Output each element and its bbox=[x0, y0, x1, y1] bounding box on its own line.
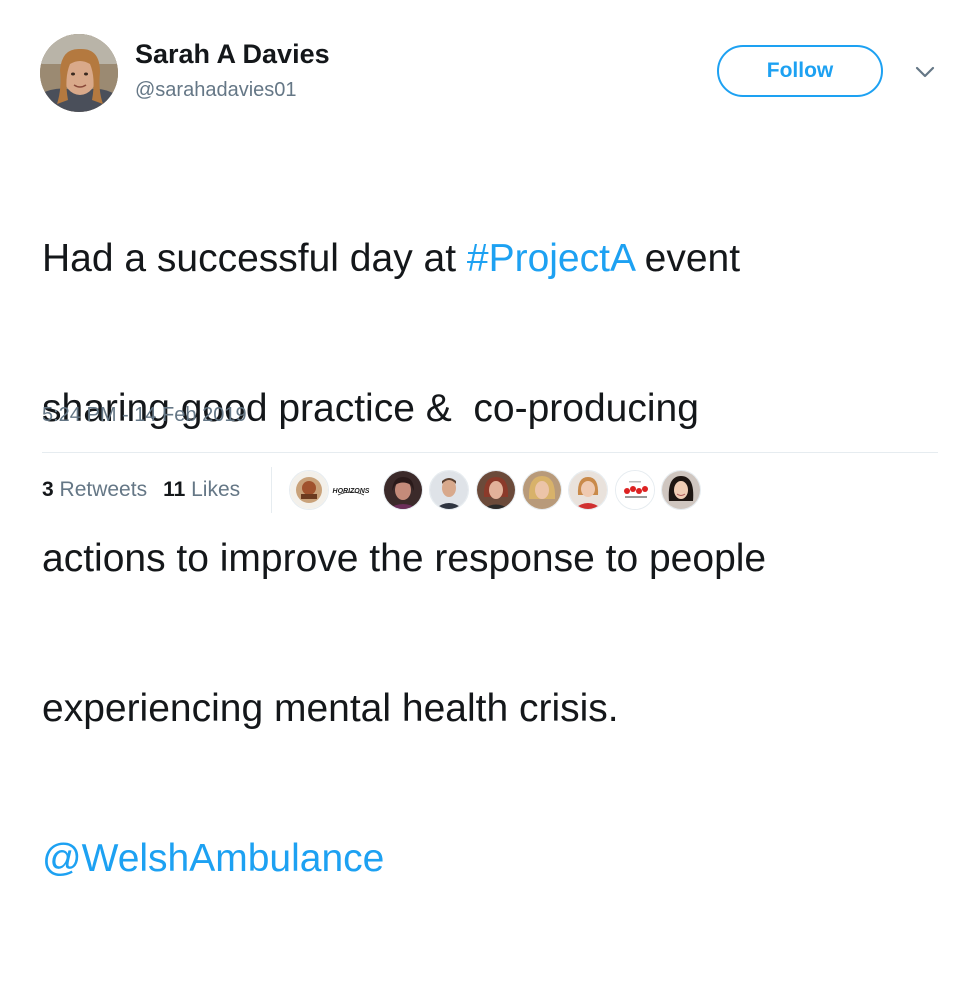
liker-avatar-image bbox=[523, 471, 561, 509]
liker-avatar[interactable] bbox=[476, 470, 516, 510]
liker-avatar-image bbox=[477, 471, 515, 509]
retweets-label: Retweets bbox=[59, 478, 148, 501]
liker-avatar-image bbox=[290, 471, 328, 509]
likes-label: Likes bbox=[191, 478, 241, 501]
liker-avatar-image bbox=[616, 471, 654, 509]
retweets-count: 3 bbox=[42, 478, 54, 501]
liker-avatar[interactable] bbox=[383, 470, 423, 510]
tweet-text-line: Had a successful day at #ProjectA event bbox=[42, 234, 942, 284]
hashtag-link[interactable]: #ProjectA bbox=[467, 237, 634, 280]
horizons-logo-text: HORIZONS bbox=[333, 488, 370, 495]
tweet-text: Had a successful day at #ProjectA event … bbox=[42, 134, 942, 984]
liker-avatar-image bbox=[662, 471, 700, 509]
author-name[interactable]: Sarah A Davies bbox=[135, 39, 330, 70]
tweet-card: Sarah A Davies @sarahadavies01 Follow Ha… bbox=[0, 0, 978, 880]
retweets-stat[interactable]: 3 Retweets bbox=[42, 478, 147, 501]
tweet-text-segment: event bbox=[633, 237, 741, 280]
likes-count: 11 bbox=[163, 478, 186, 501]
tweet-timestamp[interactable]: 5:24 PM - 14 Feb 2019 bbox=[42, 404, 247, 427]
liker-avatar-image bbox=[384, 471, 422, 509]
chevron-down-icon[interactable] bbox=[914, 64, 936, 80]
author-avatar[interactable] bbox=[40, 34, 118, 112]
tweet-text-line: experiencing mental health crisis. bbox=[42, 687, 619, 730]
likes-stat[interactable]: 11 Likes bbox=[163, 478, 240, 501]
tweet-text-line: @WelshAmbulance bbox=[42, 834, 942, 884]
follow-button[interactable]: Follow bbox=[717, 45, 883, 97]
liker-avatar[interactable] bbox=[289, 470, 329, 510]
liker-avatar[interactable]: HORIZONS bbox=[331, 470, 371, 510]
tweet-text-line: actions to improve the response to peopl… bbox=[42, 537, 767, 580]
liker-avatar-image bbox=[430, 471, 468, 509]
liker-avatar[interactable] bbox=[429, 470, 469, 510]
liker-avatar-image bbox=[569, 471, 607, 509]
liker-avatar[interactable] bbox=[522, 470, 562, 510]
tweet-text-segment: Had a successful day at bbox=[42, 237, 467, 280]
horizons-logo: HORIZONS bbox=[332, 471, 370, 509]
liker-avatar[interactable] bbox=[615, 470, 655, 510]
author-handle[interactable]: @sarahadavies01 bbox=[135, 79, 297, 102]
liker-avatar[interactable] bbox=[568, 470, 608, 510]
liker-avatar[interactable] bbox=[661, 470, 701, 510]
divider bbox=[42, 452, 938, 453]
stats-divider bbox=[271, 467, 272, 513]
mention-link[interactable]: @WelshAmbulance bbox=[42, 837, 384, 880]
tweet-stats: 3 Retweets 11 Likes bbox=[42, 478, 240, 502]
author-avatar-image bbox=[40, 34, 118, 112]
